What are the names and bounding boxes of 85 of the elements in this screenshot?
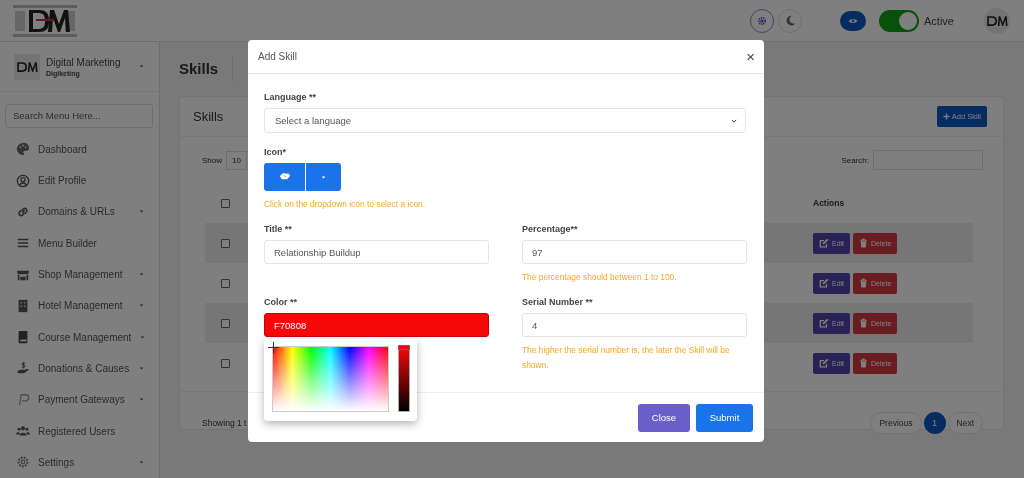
dark-mode-button[interactable]: [778, 8, 803, 33]
caret-icon: [320, 174, 327, 180]
caret-icon: [138, 365, 145, 371]
preview-button[interactable]: [840, 10, 867, 31]
caret-icon: [138, 64, 145, 69]
sidebar-item[interactable]: Payment Gateways: [0, 384, 159, 416]
search-label: Search:: [841, 155, 869, 165]
submit-button[interactable]: Submit: [696, 403, 753, 432]
checkbox[interactable]: [220, 318, 230, 328]
trash-icon: [859, 238, 869, 248]
percentage-field[interactable]: 97: [522, 240, 747, 264]
caret-icon: [138, 209, 145, 215]
search-field[interactable]: Search Menu Here...: [5, 104, 153, 128]
user-circle-icon: [16, 173, 30, 188]
table-info: Showing 1 t: [202, 417, 247, 428]
field-label: Language **: [264, 92, 317, 103]
next-button[interactable]: Next: [947, 411, 983, 434]
avatar: [984, 7, 1010, 34]
serial-number-field[interactable]: 4: [522, 313, 747, 337]
sidebar-item[interactable]: Menu Builder: [0, 227, 159, 259]
plus-icon: [942, 113, 950, 120]
field-label: Title **: [264, 224, 293, 235]
profile-name: Digital Marketing: [46, 56, 122, 68]
moon-icon: [784, 15, 796, 26]
color-field[interactable]: F70808: [264, 313, 489, 337]
hint-text: Click on the dropdown icon to select a icon.: [264, 198, 427, 211]
sidebar-item[interactable]: Hotel Management: [0, 290, 159, 322]
edit-icon: [819, 278, 829, 288]
sidebar-item[interactable]: Course Management: [0, 321, 159, 353]
page-title: Skills: [179, 56, 234, 82]
checkbox[interactable]: [220, 238, 230, 248]
previous-button[interactable]: Previous: [870, 411, 922, 434]
gear-icon: [16, 455, 30, 470]
show-label: Show: [202, 155, 222, 165]
field-label: Percentage**: [522, 224, 579, 235]
page-button[interactable]: 1: [923, 411, 946, 434]
field-label: Color **: [264, 297, 298, 308]
trash-icon: [859, 358, 869, 368]
checkbox[interactable]: [220, 278, 230, 288]
status-label: Active: [924, 14, 954, 27]
building-icon: [16, 298, 30, 313]
hint-text: The higher the serial number is, the later the Skill will be shown.: [522, 344, 731, 372]
settings-button[interactable]: [750, 8, 775, 33]
edit-icon: [819, 238, 829, 248]
p-letter-icon: [16, 392, 30, 407]
palette-icon: [16, 142, 30, 157]
book-icon: [16, 330, 30, 345]
crosshair-handle[interactable]: [268, 342, 279, 353]
trash-icon: [859, 318, 869, 328]
sidebar-item[interactable]: Domains & URLs: [0, 196, 159, 228]
caret-icon: [138, 459, 145, 465]
close-dialog-button[interactable]: Close: [638, 403, 690, 432]
hint-text: The percentage should between 1 to 100.: [522, 271, 678, 284]
sidebar-item[interactable]: Donations & Causes: [0, 352, 159, 385]
trash-icon: [859, 278, 869, 288]
edit-icon: [819, 358, 829, 368]
sidebar-item[interactable]: Edit Profile: [0, 165, 159, 197]
profile-logo: [14, 53, 40, 80]
brightness-slider[interactable]: [398, 346, 410, 412]
field-label: Icon*: [264, 147, 287, 158]
sidebar-item[interactable]: Settings: [0, 446, 159, 478]
page-length-select[interactable]: 10: [226, 150, 247, 170]
icon-picker-button[interactable]: [264, 163, 305, 191]
edit-icon: [819, 318, 829, 328]
slider-thumb[interactable]: [398, 345, 411, 350]
checkbox[interactable]: [220, 198, 230, 208]
field-label: Serial Number **: [522, 297, 594, 308]
chevron-down-icon: [730, 117, 738, 124]
hand-dollar-icon: [16, 361, 30, 376]
status-toggle[interactable]: [879, 9, 920, 32]
caret-icon: [138, 397, 145, 403]
checkbox[interactable]: [220, 358, 230, 368]
sidebar-item[interactable]: Dashboard: [0, 133, 159, 166]
logo-drawing: [12, 3, 78, 38]
language-select[interactable]: Select a language: [264, 108, 746, 133]
close-button[interactable]: ×: [746, 48, 755, 65]
gear-icon: [757, 15, 768, 26]
sidebar-item[interactable]: Registered Users: [0, 415, 159, 447]
card-title: Skills: [193, 109, 224, 124]
caret-icon: [138, 303, 145, 309]
column-header: Actions: [813, 198, 845, 208]
caret-icon: [138, 272, 145, 278]
title-field[interactable]: Relationship Buildup: [264, 240, 489, 264]
modal-title: Add Skill: [258, 51, 297, 62]
sidebar-item[interactable]: Shop Management: [0, 258, 159, 291]
